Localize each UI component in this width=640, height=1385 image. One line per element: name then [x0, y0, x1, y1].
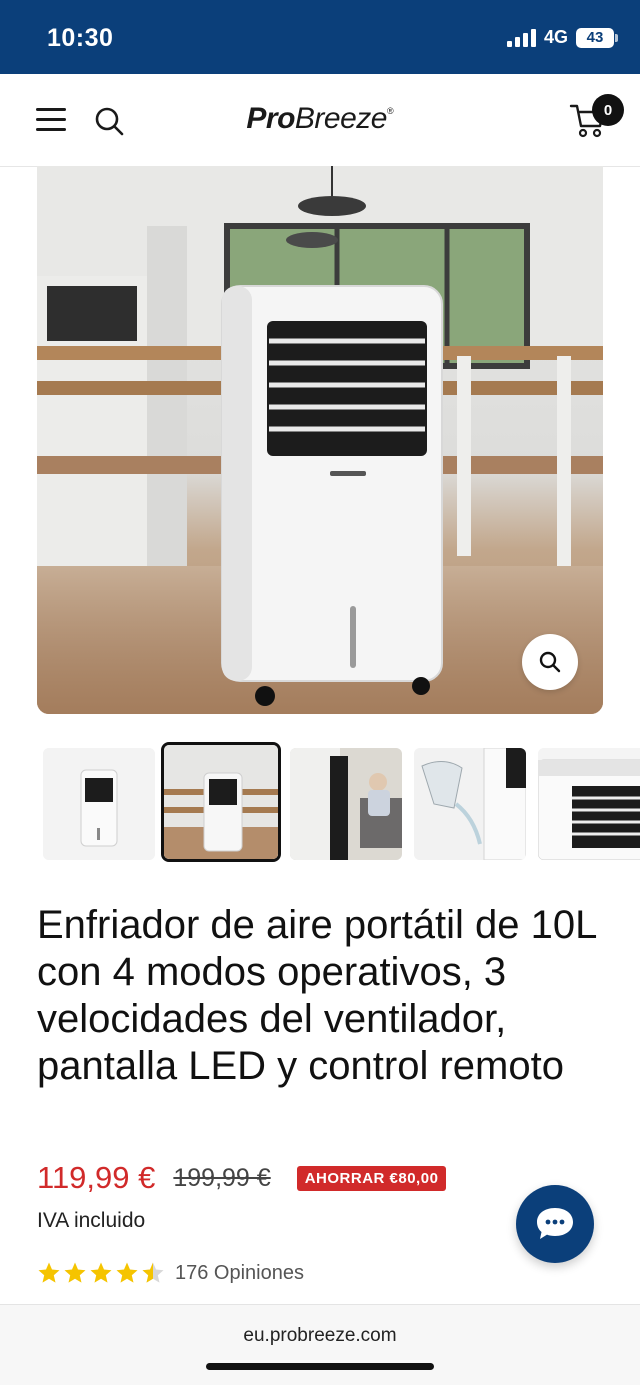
rating-row[interactable]: 176 Opiniones: [37, 1261, 304, 1285]
network-label: 4G: [543, 27, 568, 47]
chat-bubble-icon[interactable]: [516, 1185, 594, 1263]
logo-registered-mark: ®: [386, 106, 394, 116]
logo-text-bold: Pro: [246, 102, 295, 135]
price-row: 119,99 € 199,99 € AHORRAR €80,00: [37, 1160, 447, 1196]
thumbnail-5[interactable]: [538, 748, 640, 860]
cart-count-badge: 0: [592, 94, 624, 126]
tax-note: IVA incluido: [37, 1209, 146, 1232]
battery-level: 43: [586, 29, 604, 46]
status-bar: 10:30 4G 43: [0, 0, 640, 74]
reviews-count-link[interactable]: 176 Opiniones: [175, 1262, 304, 1285]
battery-icon: 43: [576, 27, 618, 48]
thumbnail-2-selected[interactable]: [161, 742, 281, 862]
compare-at-price: 199,99 €: [173, 1163, 271, 1192]
savings-badge: AHORRAR €80,00: [296, 1165, 447, 1191]
site-header: ProBreeze® 0: [0, 74, 640, 167]
status-indicators: 4G 43: [506, 27, 618, 48]
browser-url-bar[interactable]: eu.probreeze.com: [0, 1304, 640, 1385]
sale-price: 119,99 €: [37, 1160, 156, 1195]
status-time: 10:30: [47, 24, 114, 52]
product-title: Enfriador de aire portátil de 10L con 4 …: [37, 903, 596, 1088]
url-text[interactable]: eu.probreeze.com: [0, 1325, 640, 1347]
thumbnail-3[interactable]: [290, 748, 402, 860]
brand-logo[interactable]: ProBreeze®: [0, 102, 640, 136]
star-rating: [37, 1261, 167, 1285]
thumbnail-1[interactable]: [43, 748, 155, 860]
zoom-icon[interactable]: [522, 634, 578, 690]
thumbnail-4[interactable]: [414, 748, 526, 860]
product-main-image[interactable]: [37, 166, 603, 714]
home-indicator[interactable]: [206, 1363, 434, 1370]
signal-icon: [506, 28, 536, 47]
thumbnail-strip[interactable]: [0, 742, 640, 866]
star-icons: [38, 1262, 164, 1283]
logo-text-light: Breeze: [294, 102, 388, 135]
